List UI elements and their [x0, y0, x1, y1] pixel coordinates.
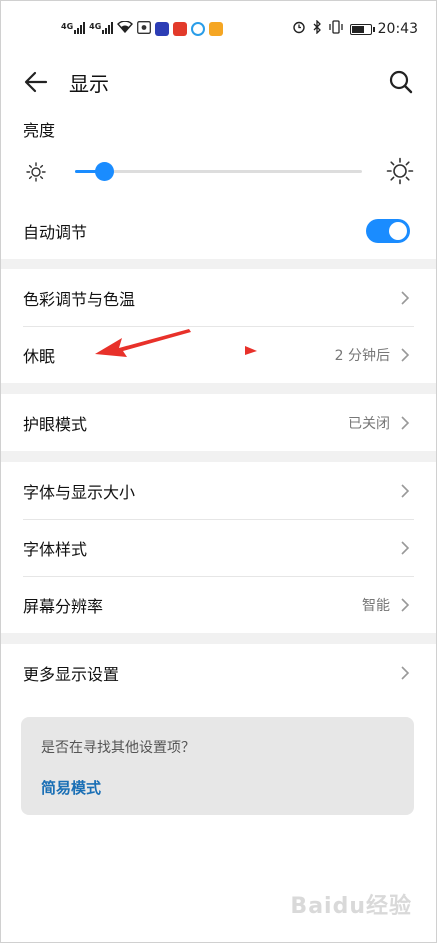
simple-mode-link[interactable]: 简易模式 — [41, 777, 101, 798]
battery-icon — [349, 23, 375, 35]
list-item-more-display-settings[interactable]: 更多显示设置 — [1, 644, 436, 701]
chevron-right-icon — [400, 347, 410, 363]
brightness-slider — [23, 155, 414, 189]
list-item-label: 色彩调节与色温 — [23, 289, 136, 309]
sun-large-icon — [386, 157, 414, 185]
app-header: 显示 — [1, 57, 436, 107]
settings-group-2: 护眼模式 已关闭 — [1, 394, 436, 451]
list-item-label: 护眼模式 — [23, 414, 88, 434]
app-notification-icon — [155, 22, 170, 36]
search-icon — [389, 70, 413, 94]
list-item-eye-comfort[interactable]: 护眼模式 已关闭 — [1, 394, 436, 451]
auto-adjust-label: 自动调节 — [23, 222, 88, 242]
list-item-font-style[interactable]: 字体样式 — [1, 519, 436, 576]
bluetooth-icon — [312, 19, 322, 38]
app-notification-icon — [209, 22, 224, 36]
toggle-knob — [389, 221, 407, 240]
search-button[interactable] — [386, 67, 416, 97]
auto-adjust-row[interactable]: 自动调节 — [1, 202, 436, 259]
list-item-sleep[interactable]: 休眠 2 分钟后 — [1, 326, 436, 383]
status-left: 4G 4G — [61, 20, 224, 37]
back-arrow-icon — [24, 71, 48, 93]
page-title: 显示 — [69, 71, 109, 96]
screen: 4G 4G 20:43 显示 亮度 自动调节 色彩调节与色温 休眠 2 分钟后 … — [0, 0, 437, 943]
status-bar: 4G 4G 20:43 — [1, 1, 436, 57]
list-item-label: 字体与显示大小 — [23, 482, 136, 502]
back-button[interactable] — [21, 67, 51, 97]
sun-small-icon — [26, 162, 46, 182]
image-icon — [137, 21, 152, 37]
chevron-right-icon — [400, 597, 410, 613]
settings-group-1: 色彩调节与色温 休眠 2 分钟后 — [1, 269, 436, 383]
chevron-right-icon — [400, 290, 410, 306]
list-item-label: 更多显示设置 — [23, 664, 120, 684]
suggestion-question: 是否在寻找其他设置项？ — [41, 740, 195, 756]
status-right: 20:43 — [292, 19, 418, 38]
list-item-screen-resolution[interactable]: 屏幕分辨率 智能 — [1, 576, 436, 633]
list-item-value: 已关闭 — [348, 415, 390, 432]
list-item-label: 休眠 — [23, 346, 56, 366]
brightness-track[interactable] — [75, 162, 362, 181]
list-item-value: 智能 — [362, 597, 390, 614]
list-item-color-temperature[interactable]: 色彩调节与色温 — [1, 269, 436, 326]
settings-group-3: 字体与显示大小 字体样式 屏幕分辨率 智能 — [1, 462, 436, 633]
signal-icon-2: 4G — [89, 21, 114, 37]
chevron-right-icon — [400, 415, 410, 431]
list-item-label: 字体样式 — [23, 539, 88, 559]
chevron-right-icon — [400, 540, 410, 556]
list-item-font-display-size[interactable]: 字体与显示大小 — [1, 462, 436, 519]
chevron-right-icon — [400, 665, 410, 681]
suggestion-box: 是否在寻找其他设置项？ 简易模式 — [21, 717, 414, 815]
auto-adjust-toggle[interactable] — [366, 218, 410, 243]
brightness-label: 亮度 — [23, 121, 56, 140]
chevron-right-icon — [400, 483, 410, 499]
alarm-icon — [292, 20, 306, 38]
wifi-icon — [117, 20, 134, 37]
signal-icon: 4G — [61, 21, 86, 37]
app-notification-icon — [191, 22, 206, 36]
list-item-label: 屏幕分辨率 — [23, 596, 104, 616]
app-notification-icon — [173, 22, 188, 36]
watermark: Baidu经验 — [290, 894, 412, 919]
brightness-thumb[interactable] — [94, 162, 114, 181]
status-time: 20:43 — [377, 21, 418, 37]
brightness-card: 亮度 自动调节 — [1, 107, 436, 259]
list-item-value: 2 分钟后 — [334, 347, 390, 364]
vibrate-icon — [328, 20, 344, 38]
